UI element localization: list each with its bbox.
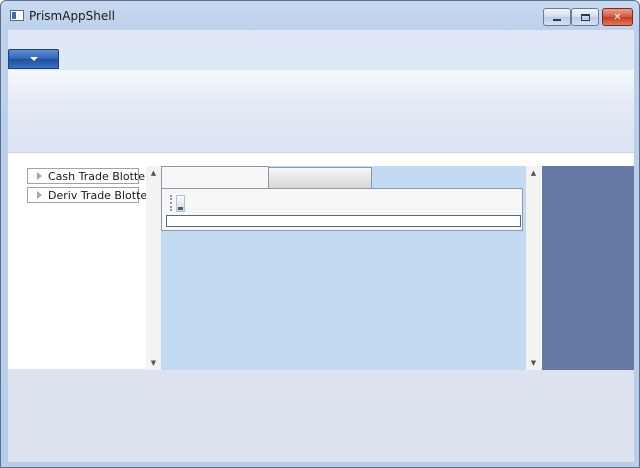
toolbar-overflow-button[interactable] xyxy=(176,195,185,212)
minimize-button[interactable] xyxy=(543,8,571,26)
close-button[interactable]: ✕ xyxy=(602,8,633,26)
minimize-icon xyxy=(553,18,561,21)
nav-item-cash-trade-blotter[interactable]: Cash Trade Blotter xyxy=(27,168,149,184)
scroll-down-icon[interactable]: ▼ xyxy=(146,356,161,370)
app-window: PrismAppShell ✕ Cash Trade Blotter Deriv… xyxy=(0,0,640,468)
ribbon-tab-row xyxy=(8,48,634,70)
nav-item-label: Cash Trade Blotter xyxy=(48,170,150,183)
scroll-up-icon[interactable]: ▲ xyxy=(526,166,541,180)
expand-arrow-icon[interactable] xyxy=(37,172,42,180)
overflow-arrow-icon xyxy=(178,207,183,210)
scroll-down-icon[interactable]: ▼ xyxy=(526,356,541,370)
tab-active[interactable] xyxy=(161,166,269,190)
side-panel xyxy=(542,166,634,370)
expand-arrow-icon[interactable] xyxy=(37,191,42,199)
close-icon: ✕ xyxy=(613,11,622,23)
main-content: Cash Trade Blotter Deriv Trade Blotter ▲… xyxy=(8,153,634,370)
maximize-button[interactable] xyxy=(571,8,599,26)
document-region xyxy=(161,166,526,370)
client-area: Cash Trade Blotter Deriv Trade Blotter ▲… xyxy=(8,30,634,462)
application-menu-button[interactable] xyxy=(8,49,59,69)
title-bar[interactable]: PrismAppShell ✕ xyxy=(1,1,639,31)
window-title: PrismAppShell xyxy=(29,9,115,23)
caret-down-icon xyxy=(30,57,38,61)
nav-item-label: Deriv Trade Blotter xyxy=(48,189,152,202)
nav-item-deriv-trade-blotter[interactable]: Deriv Trade Blotter xyxy=(27,187,152,203)
ribbon-panel xyxy=(8,70,634,153)
toolbar-grip-icon[interactable] xyxy=(170,195,174,211)
left-vertical-scrollbar[interactable]: ▲ ▼ xyxy=(146,166,161,370)
maximize-icon xyxy=(580,13,590,21)
text-field[interactable] xyxy=(166,215,521,227)
app-icon[interactable] xyxy=(10,10,24,21)
tab-inactive[interactable] xyxy=(268,167,372,188)
right-vertical-scrollbar[interactable]: ▲ ▼ xyxy=(526,166,541,370)
scroll-up-icon[interactable]: ▲ xyxy=(146,166,161,180)
quick-access-bar xyxy=(8,30,634,49)
